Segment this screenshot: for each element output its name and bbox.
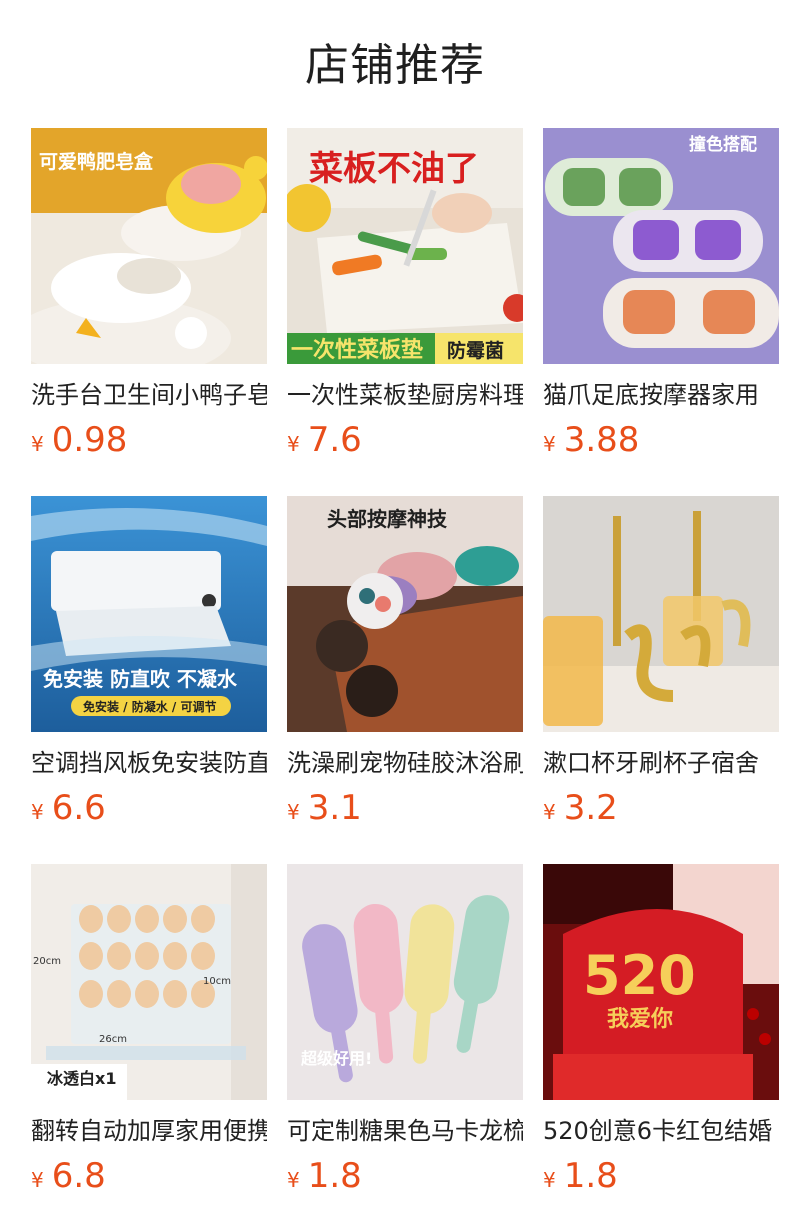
currency-symbol: ¥: [31, 800, 44, 824]
page-title: 店铺推荐: [305, 40, 485, 91]
product-card[interactable]: 520 我爱你 520创意6卡红包结婚 ¥1.8: [543, 864, 779, 1198]
svg-text:防霉菌: 防霉菌: [447, 339, 504, 362]
svg-text:我爱你: 我爱你: [607, 1007, 673, 1032]
price-value: 0.98: [51, 420, 128, 460]
product-price: ¥1.8: [543, 1154, 779, 1198]
price-value: 3.88: [563, 420, 640, 460]
price-value: 1.8: [307, 1156, 362, 1196]
svg-text:520: 520: [583, 944, 696, 1007]
red-envelope-icon[interactable]: 520 我爱你: [543, 864, 779, 1100]
product-price: ¥0.98: [31, 418, 267, 462]
ac-deflector-icon[interactable]: 免安装 防直吹 不凝水 免安装 / 防凝水 / 可调节: [31, 496, 267, 732]
svg-text:10cm: 10cm: [203, 976, 231, 987]
currency-symbol: ¥: [31, 432, 44, 456]
svg-text:菜板不油了: 菜板不油了: [309, 149, 479, 189]
price-value: 3.1: [307, 788, 362, 828]
product-price: ¥3.88: [543, 418, 779, 462]
duck-soap-dish-icon[interactable]: 可爱鸭肥皂盒: [31, 128, 267, 364]
svg-text:头部按摩神技: 头部按摩神技: [327, 507, 448, 531]
toothbrush-cup-icon[interactable]: [543, 496, 779, 732]
svg-text:免安装 防直吹 不凝水: 免安装 防直吹 不凝水: [43, 667, 238, 691]
product-name[interactable]: 空调挡风板免安装防直吹: [31, 746, 267, 780]
cutting-board-mat-icon[interactable]: 菜板不油了 一次性菜板垫 防霉菌: [287, 128, 523, 364]
svg-text:超级好用!: 超级好用!: [300, 1049, 372, 1068]
svg-text:26cm: 26cm: [99, 1034, 127, 1045]
svg-text:撞色搭配: 撞色搭配: [689, 134, 757, 155]
product-price: ¥3.2: [543, 786, 779, 830]
svg-text:冰透白x1: 冰透白x1: [47, 1069, 116, 1088]
product-card[interactable]: 菜板不油了 一次性菜板垫 防霉菌 一次性菜板垫厨房料理 ¥7.6: [287, 128, 523, 462]
currency-symbol: ¥: [543, 1168, 556, 1192]
product-name[interactable]: 猫爪足底按摩器家用: [543, 378, 779, 412]
product-price: ¥7.6: [287, 418, 523, 462]
svg-text:20cm: 20cm: [33, 956, 61, 967]
price-value: 6.8: [51, 1156, 106, 1196]
svg-text:一次性菜板垫: 一次性菜板垫: [291, 337, 423, 363]
currency-symbol: ¥: [31, 1168, 44, 1192]
egg-rack-icon[interactable]: 冰透白x1 20cm 10cm 26cm: [31, 864, 267, 1100]
product-price: ¥6.6: [31, 786, 267, 830]
product-name[interactable]: 洗澡刷宠物硅胶沐浴刷: [287, 746, 523, 780]
currency-symbol: ¥: [287, 800, 300, 824]
product-card[interactable]: 漱口杯牙刷杯子宿舍 ¥3.2: [543, 496, 779, 830]
price-value: 1.8: [563, 1156, 618, 1196]
currency-symbol: ¥: [287, 432, 300, 456]
product-name[interactable]: 一次性菜板垫厨房料理: [287, 378, 523, 412]
product-price: ¥1.8: [287, 1154, 523, 1198]
product-price: ¥3.1: [287, 786, 523, 830]
price-value: 3.2: [563, 788, 618, 828]
price-value: 6.6: [51, 788, 106, 828]
product-price: ¥6.8: [31, 1154, 267, 1198]
product-card[interactable]: 可爱鸭肥皂盒 洗手台卫生间小鸭子皂盒 ¥0.98: [31, 128, 267, 462]
product-name[interactable]: 可定制糖果色马卡龙梳子: [287, 1114, 523, 1148]
svg-text:可爱鸭肥皂盒: 可爱鸭肥皂盒: [39, 150, 154, 173]
bath-brush-icon[interactable]: 头部按摩神技: [287, 496, 523, 732]
product-name[interactable]: 漱口杯牙刷杯子宿舍: [543, 746, 779, 780]
product-card[interactable]: 撞色搭配 猫爪足底按摩器家用 ¥3.88: [543, 128, 779, 462]
product-card[interactable]: 免安装 防直吹 不凝水 免安装 / 防凝水 / 可调节 空调挡风板免安装防直吹 …: [31, 496, 267, 830]
product-name[interactable]: 洗手台卫生间小鸭子皂盒: [31, 378, 267, 412]
page-header: 店铺推荐: [0, 0, 790, 128]
candy-comb-icon[interactable]: 超级好用!: [287, 864, 523, 1100]
product-card[interactable]: 超级好用! 可定制糖果色马卡龙梳子 ¥1.8: [287, 864, 523, 1198]
foot-massager-icon[interactable]: 撞色搭配: [543, 128, 779, 364]
currency-symbol: ¥: [287, 1168, 300, 1192]
svg-text:免安装 / 防凝水 / 可调节: 免安装 / 防凝水 / 可调节: [83, 699, 216, 714]
product-card[interactable]: 冰透白x1 20cm 10cm 26cm 翻转自动加厚家用便携 ¥6.8: [31, 864, 267, 1198]
currency-symbol: ¥: [543, 432, 556, 456]
product-name[interactable]: 翻转自动加厚家用便携: [31, 1114, 267, 1148]
price-value: 7.6: [307, 420, 362, 460]
currency-symbol: ¥: [543, 800, 556, 824]
product-name[interactable]: 520创意6卡红包结婚: [543, 1114, 779, 1148]
product-card[interactable]: 头部按摩神技 洗澡刷宠物硅胶沐浴刷 ¥3.1: [287, 496, 523, 830]
